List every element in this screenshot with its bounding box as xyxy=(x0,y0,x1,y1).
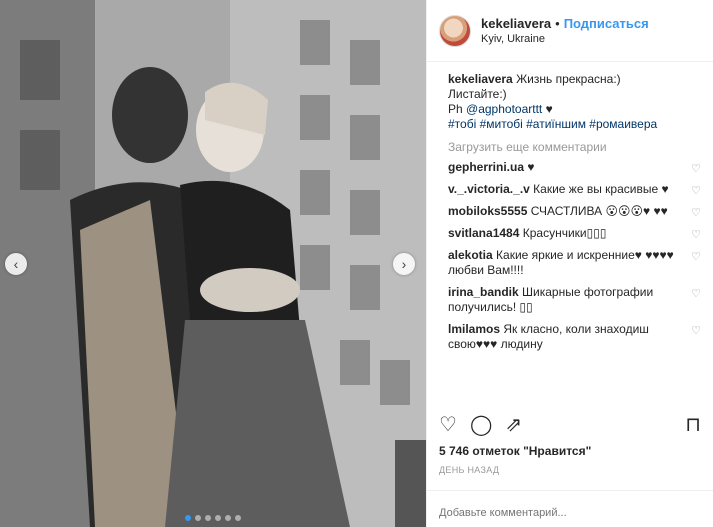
next-photo-button[interactable]: › xyxy=(393,253,415,275)
header-line: kekeliavera • Подписаться xyxy=(481,16,649,31)
instagram-post: ‹ › kekeliavera • Подписаться Kyiv, Ukrain… xyxy=(0,0,713,527)
caption-username[interactable]: kekeliavera xyxy=(448,72,513,86)
post-header: kekeliavera • Подписаться Kyiv, Ukraine xyxy=(427,0,713,62)
likes-count[interactable]: 5 746 отметок "Нравится" xyxy=(439,444,591,458)
avatar[interactable] xyxy=(439,14,471,47)
location-link[interactable]: Kyiv, Ukraine xyxy=(481,33,649,45)
caption-text-suffix: ♥ xyxy=(542,102,553,116)
photo-illustration xyxy=(0,0,426,527)
chevron-left-icon: ‹ xyxy=(13,256,19,272)
comment-like-icon[interactable]: ♡ xyxy=(691,162,701,177)
carousel-dot xyxy=(205,515,211,521)
comment-item: irina_bandik Шикарные фотографии получил… xyxy=(448,285,701,315)
comment-username[interactable]: lmilamos xyxy=(448,322,500,336)
carousel-dot xyxy=(215,515,221,521)
header-text: kekeliavera • Подписаться Kyiv, Ukraine xyxy=(481,16,649,45)
header-username[interactable]: kekeliavera xyxy=(481,16,551,31)
share-icon[interactable]: ⇗ xyxy=(505,415,522,435)
header-separator: • xyxy=(555,16,560,31)
chevron-right-icon: › xyxy=(401,256,407,272)
load-more-comments-button[interactable]: Загрузить еще комментарии xyxy=(448,140,701,154)
post-photo[interactable]: ‹ › xyxy=(0,0,426,527)
caption-text-prefix: Ph xyxy=(448,102,467,116)
comment-text: СЧАСТЛИВА 😮😮😮♥ ♥♥ xyxy=(530,204,668,218)
comment-like-icon[interactable]: ♡ xyxy=(691,206,701,221)
comment-item: lmilamos Як класно, коли знаходиш свою♥♥… xyxy=(448,322,701,352)
caption-text-line1: Жизнь прекрасна:) xyxy=(516,72,621,86)
likes-label: отметок xyxy=(472,444,520,458)
hashtags[interactable]: #тобі #митобі #атиїншим #ромаивера xyxy=(448,117,657,131)
comment-username[interactable]: irina_bandik xyxy=(448,285,519,299)
comment-icon[interactable]: ◯ xyxy=(470,415,492,435)
comments-list[interactable]: kekeliavera Жизнь прекрасна:) Листайте:)… xyxy=(427,62,713,390)
post-side-panel: kekeliavera • Подписаться Kyiv, Ukraine ke… xyxy=(426,0,713,527)
comment-text: ♥ xyxy=(527,160,535,174)
carousel-dot xyxy=(185,515,191,521)
add-comment-bar xyxy=(427,490,713,527)
carousel-dot xyxy=(195,515,201,521)
comment-item: mobiloks5555 СЧАСТЛИВА 😮😮😮♥ ♥♥ ♡ xyxy=(448,204,701,219)
previous-photo-button[interactable]: ‹ xyxy=(5,253,27,275)
post-caption: kekeliavera Жизнь прекрасна:) Листайте:)… xyxy=(448,72,701,132)
comment-like-icon[interactable]: ♡ xyxy=(691,228,701,243)
add-comment-input[interactable] xyxy=(439,507,701,519)
comment-username[interactable]: gepherrini.ua xyxy=(448,160,524,174)
likes-quote: "Нравится" xyxy=(523,444,592,458)
comment-username[interactable]: svitlana1484 xyxy=(448,226,519,240)
carousel-dots xyxy=(0,515,426,521)
comment-username[interactable]: alekotia xyxy=(448,248,493,262)
comment-item: gepherrini.ua ♥ ♡ xyxy=(448,160,701,175)
carousel-dot xyxy=(225,515,231,521)
comment-text: Какие же вы красивые ♥ xyxy=(533,182,669,196)
comment-username[interactable]: v._.victoria._.v xyxy=(448,182,530,196)
comment-item: svitlana1484 Красунчики▯▯▯ ♡ xyxy=(448,226,701,241)
heart-icon[interactable]: ♡ xyxy=(439,415,457,435)
comment-like-icon[interactable]: ♡ xyxy=(691,184,701,199)
comment-item: alekotia Какие яркие и искренние♥ ♥♥♥♥ л… xyxy=(448,248,701,278)
carousel-dot xyxy=(235,515,241,521)
comment-like-icon[interactable]: ♡ xyxy=(691,324,701,339)
likes-number: 5 746 xyxy=(439,444,470,458)
follow-button[interactable]: Подписаться xyxy=(564,16,649,31)
mention-link[interactable]: @agphotoarttt xyxy=(466,102,542,116)
comment-text: Красунчики▯▯▯ xyxy=(522,226,607,240)
bookmark-icon[interactable]: ⊓ xyxy=(685,415,701,435)
caption-text-line2: Листайте:) xyxy=(448,87,507,101)
comment-like-icon[interactable]: ♡ xyxy=(691,287,701,302)
comment-username[interactable]: mobiloks5555 xyxy=(448,204,527,218)
post-timestamp[interactable]: ДЕНЬ НАЗАД xyxy=(439,465,499,475)
action-bar: ♡ ◯ ⇗ ⊓ xyxy=(439,412,701,438)
comment-item: v._.victoria._.v Какие же вы красивые ♥ … xyxy=(448,182,701,197)
comment-like-icon[interactable]: ♡ xyxy=(691,250,701,265)
